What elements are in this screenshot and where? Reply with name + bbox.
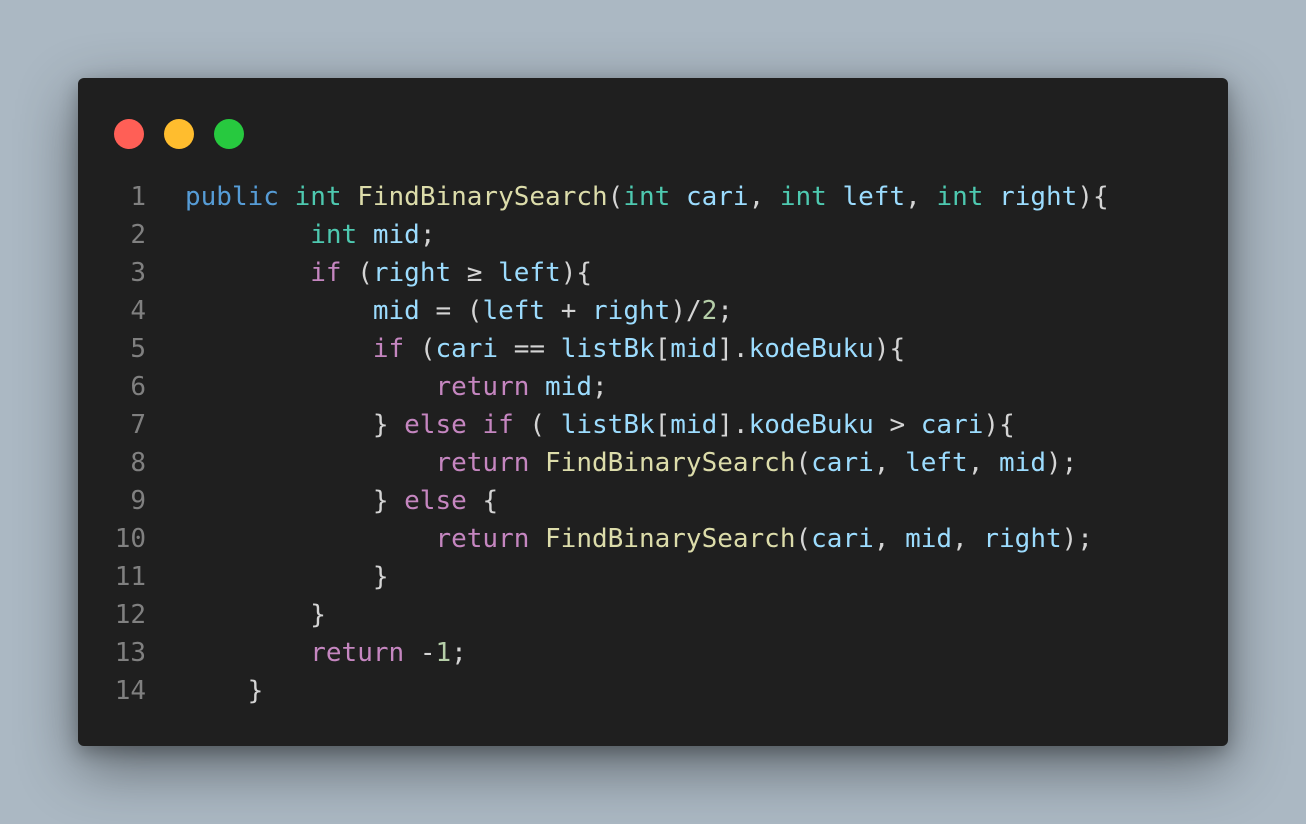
code-text: public int FindBinarySearch(int cari, in…	[185, 182, 1109, 212]
line-number: 7	[130, 410, 146, 440]
code-text: if (right ≥ left){	[310, 258, 593, 288]
line-number: 8	[130, 448, 146, 478]
line-number: 9	[130, 486, 146, 516]
code-text: }	[310, 600, 326, 630]
line-number: 2	[130, 220, 146, 250]
code-line: 5 if (cari == listBk[mid].kodeBuku){	[78, 330, 1228, 368]
code-text: int mid;	[310, 220, 436, 250]
code-line: 4 mid = (left + right)/2;	[78, 292, 1228, 330]
code-line: 1 public int FindBinarySearch(int cari, i…	[78, 178, 1228, 216]
code-line: 11 }	[78, 558, 1228, 596]
line-number: 4	[130, 296, 146, 326]
code-line: 12 }	[78, 596, 1228, 634]
maximize-window-button[interactable]	[214, 119, 244, 149]
code-line: 3 if (right ≥ left){	[78, 254, 1228, 292]
line-number: 11	[114, 562, 146, 592]
line-number: 6	[130, 372, 146, 402]
line-number: 14	[114, 676, 146, 706]
code-line: 6 return mid;	[78, 368, 1228, 406]
line-number: 3	[130, 258, 146, 288]
code-text: } else {	[372, 486, 499, 516]
line-number: 13	[114, 638, 146, 668]
code-text: }	[247, 676, 264, 706]
code-line: 2 int mid;	[78, 216, 1228, 254]
code-line: 8 return FindBinarySearch(cari, left, mi…	[78, 444, 1228, 482]
code-text: }	[372, 562, 389, 592]
code-text: return -1;	[310, 638, 467, 668]
minimize-window-button[interactable]	[164, 119, 194, 149]
code-text: } else if ( listBk[mid].kodeBuku > cari)…	[372, 410, 1015, 440]
code-line: 9 } else {	[78, 482, 1228, 520]
code-line: 14 }	[78, 672, 1228, 710]
code-text: mid = (left + right)/2;	[372, 296, 733, 326]
code-line: 10 return FindBinarySearch(cari, mid, ri…	[78, 520, 1228, 558]
code-text: return FindBinarySearch(cari, left, mid)…	[435, 448, 1078, 478]
line-number: 10	[114, 524, 146, 554]
code-text: return mid;	[435, 372, 608, 402]
line-number: 5	[130, 334, 146, 364]
code-line: 13 return -1;	[78, 634, 1228, 672]
code-window: 1 public int FindBinarySearch(int cari, i…	[78, 78, 1228, 746]
code-line: 7 } else if ( listBk[mid].kodeBuku > car…	[78, 406, 1228, 444]
code-text: if (cari == listBk[mid].kodeBuku){	[372, 334, 906, 364]
code-block: 1 public int FindBinarySearch(int cari, i…	[78, 178, 1228, 710]
line-number: 12	[114, 600, 146, 630]
code-text: return FindBinarySearch(cari, mid, right…	[435, 524, 1093, 554]
close-window-button[interactable]	[114, 119, 144, 149]
line-number: 1	[130, 182, 146, 212]
